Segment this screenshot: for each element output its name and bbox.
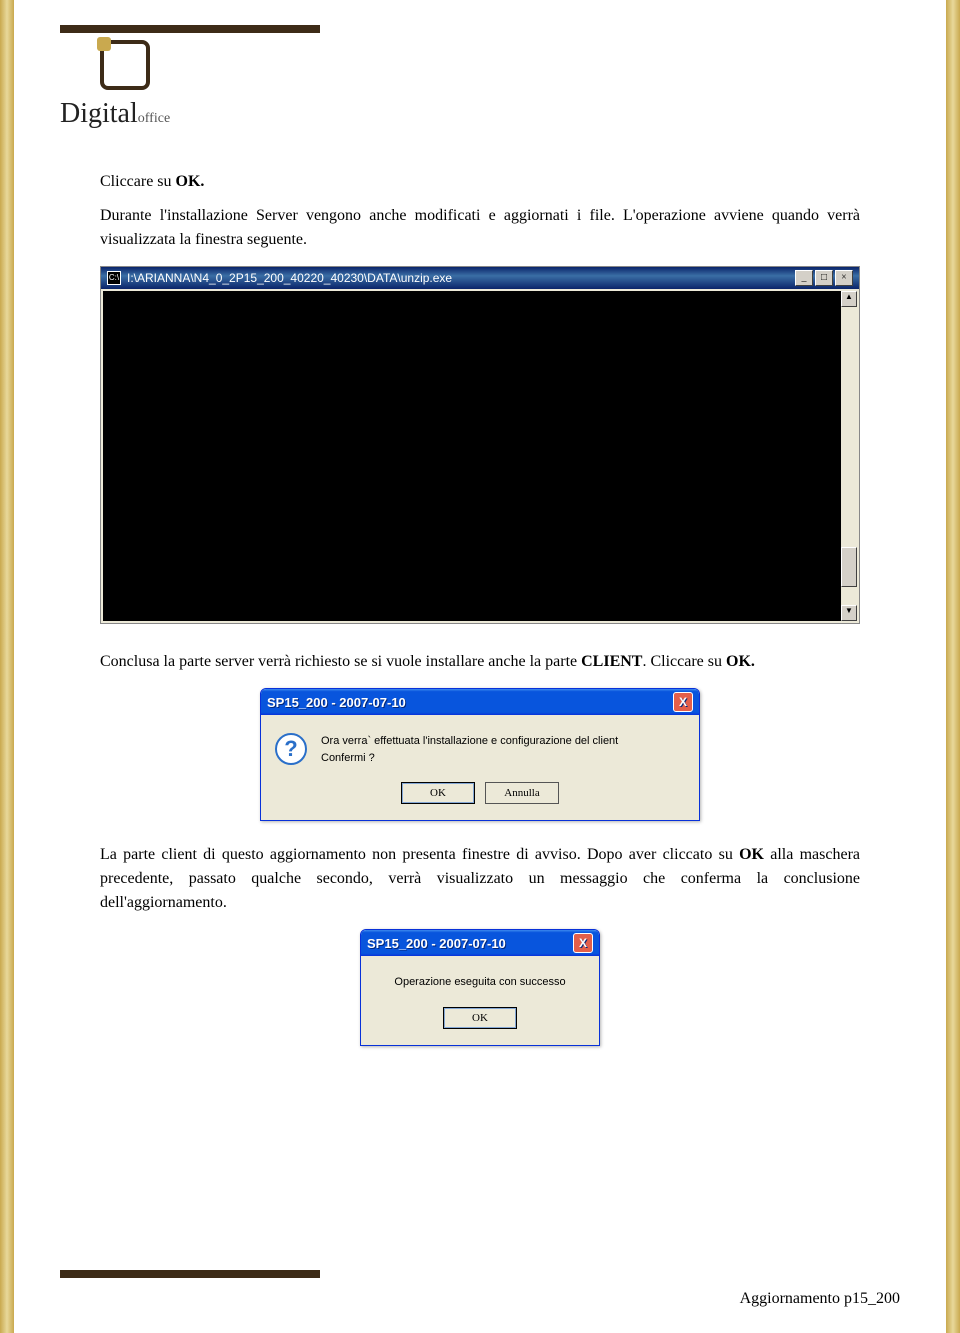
cmd-icon: C:\: [107, 271, 121, 285]
footer-text: Aggiornamento p15_200: [740, 1290, 900, 1308]
paragraph-3: Conclusa la parte server verrà richiesto…: [100, 650, 860, 674]
cmd-body: ▲ ▼: [103, 291, 857, 621]
logo-sub: office: [138, 111, 170, 126]
minimize-button[interactable]: _: [795, 270, 813, 286]
dialog-title: SP15_200 - 2007-07-10: [367, 936, 506, 951]
ok-button[interactable]: OK: [443, 1007, 517, 1029]
success-dialog: SP15_200 - 2007-07-10 X Operazione esegu…: [360, 929, 600, 1046]
page-border-right: [946, 0, 960, 1333]
paragraph-2: Durante l'installazione Server vengono a…: [100, 204, 860, 252]
page-border-left: [0, 0, 14, 1333]
paragraph-1: Cliccare su OK.: [100, 170, 860, 194]
paragraph-4: La parte client di questo aggiornamento …: [100, 843, 860, 915]
close-icon[interactable]: X: [573, 933, 593, 953]
document-content: Cliccare su OK. Durante l'installazione …: [100, 170, 860, 1060]
confirm-dialog: SP15_200 - 2007-07-10 X ? Ora verra` eff…: [260, 688, 700, 821]
dialog-title: SP15_200 - 2007-07-10: [267, 695, 406, 710]
logo-text: Digitaloffice: [60, 98, 320, 130]
footer-rule: [60, 1270, 320, 1278]
dialog-titlebar: SP15_200 - 2007-07-10 X: [361, 930, 599, 956]
cancel-button[interactable]: Annulla: [485, 782, 559, 804]
close-icon[interactable]: X: [673, 692, 693, 712]
dialog-titlebar: SP15_200 - 2007-07-10 X: [261, 689, 699, 715]
question-icon: ?: [275, 733, 307, 765]
scroll-track[interactable]: [841, 307, 857, 605]
close-button[interactable]: ×: [835, 270, 853, 286]
scroll-up-button[interactable]: ▲: [841, 291, 857, 307]
dialog-message: Ora verra` effettuata l'installazione e …: [321, 733, 618, 766]
logo-icon: [100, 40, 150, 90]
ok-button[interactable]: OK: [401, 782, 475, 804]
cmd-window: C:\ I:\ARIANNA\N4_0_2P15_200_40220_40230…: [100, 266, 860, 624]
maximize-button[interactable]: □: [815, 270, 833, 286]
cmd-title: I:\ARIANNA\N4_0_2P15_200_40220_40230\DAT…: [127, 271, 452, 285]
brand-logo: Digitaloffice: [60, 40, 320, 130]
header-rule: [60, 25, 320, 33]
cmd-titlebar: C:\ I:\ARIANNA\N4_0_2P15_200_40220_40230…: [101, 267, 859, 289]
scrollbar[interactable]: ▲ ▼: [841, 291, 857, 621]
logo-main: Digital: [60, 98, 138, 129]
dialog-body: Operazione eseguita con successo OK: [361, 956, 599, 1045]
success-message: Operazione eseguita con successo: [375, 974, 585, 991]
dialog-body: ? Ora verra` effettuata l'installazione …: [261, 715, 699, 820]
window-controls: _ □ ×: [795, 270, 853, 286]
scroll-down-button[interactable]: ▼: [841, 605, 857, 621]
scroll-thumb[interactable]: [841, 547, 857, 587]
